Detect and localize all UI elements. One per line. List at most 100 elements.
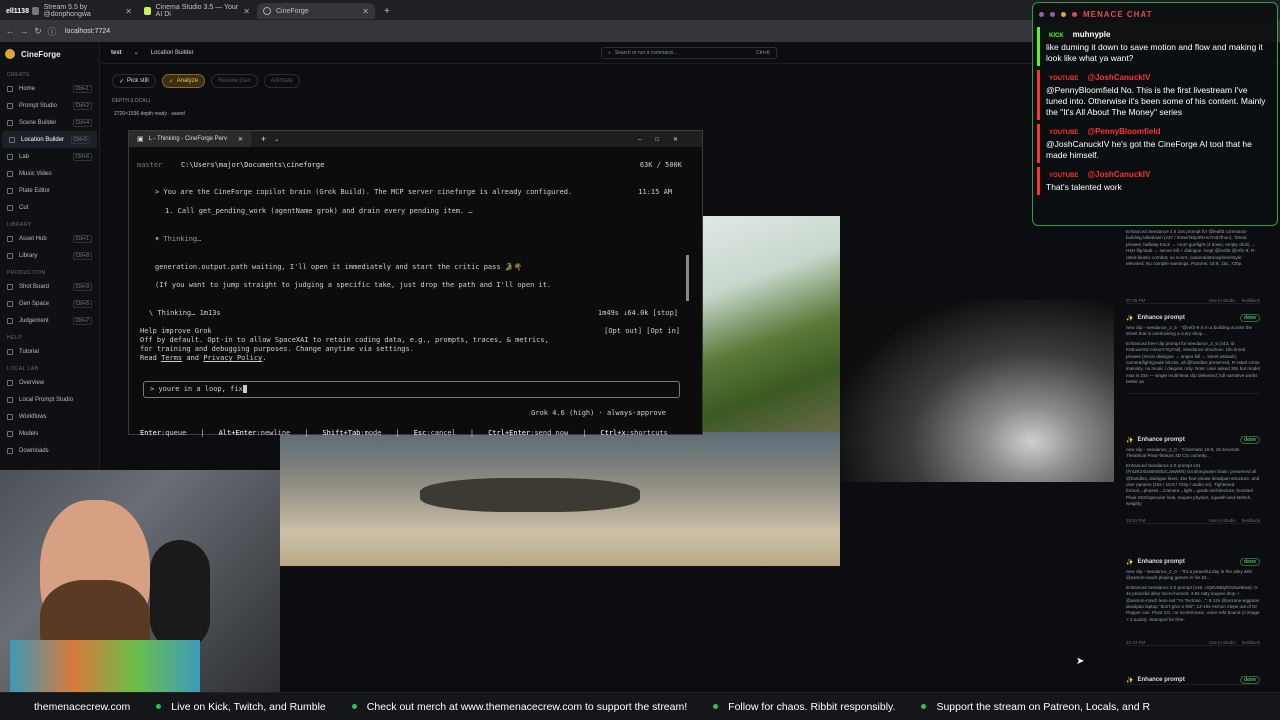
close-icon[interactable]: ✕ [238, 136, 243, 143]
sidebar-item[interactable]: Plate Editor [0, 182, 99, 199]
sidebar-item[interactable]: Overview [0, 374, 99, 391]
nav-icon [7, 187, 13, 194]
sidebar-item[interactable]: Shot Board Ctrl+9 [0, 278, 99, 295]
animate-button[interactable]: Animate [263, 74, 300, 88]
job-body-detail: Enhanced Seedance 2.0 prompt v21 (fYsZKz… [1126, 462, 1260, 507]
sidebar-item[interactable]: Scene Builder Ctrl+4 [0, 114, 99, 131]
reload-icon[interactable]: ↻ [31, 26, 45, 37]
browser-tab[interactable]: Cinema Studio 3.5 — Your AI Di ✕ [138, 3, 256, 19]
info-icon[interactable]: ⓘ [45, 25, 59, 38]
page-title: Location Builder [150, 49, 194, 56]
back-icon[interactable]: ← [3, 26, 17, 36]
sidebar-item[interactable]: Workflows [0, 408, 99, 425]
sidebar-item[interactable]: Location Builder Ctrl+5 [2, 131, 97, 148]
browser-tab-active[interactable]: CineForge ✕ [257, 3, 375, 19]
model-status: Grok 4.6 (high) · always-approve [531, 409, 666, 417]
search-kbd: Ctrl+K [755, 50, 770, 56]
close-icon[interactable]: ✕ [243, 7, 250, 16]
terms-link[interactable]: Terms [161, 354, 182, 362]
job-footer: 19:13 PM Use in Studio feedback [1126, 640, 1260, 645]
opt-in-button[interactable]: [Opt in] [646, 327, 680, 335]
forward-icon[interactable]: → [17, 26, 31, 36]
sidebar-item-label: Location Builder [21, 136, 65, 143]
shortcut-badge: Ctrl+5 [72, 299, 92, 308]
sidebar-item[interactable]: Gen Space Ctrl+5 [0, 295, 99, 312]
job-title-row: ✨ Enhance prompt done [1126, 676, 1260, 684]
chat-message-header: YOUTUBE @PennyBloomfield [1046, 126, 1267, 139]
command-search[interactable]: ⌕ Search or run a command... Ctrl+K [601, 47, 777, 59]
shortcut-badge: Ctrl+9 [72, 282, 92, 291]
shortcut-hint: Ctrl+x:shortcuts [600, 429, 667, 437]
dot-icon [921, 704, 927, 709]
cwd-path: C:\Users\major\Documents\cineforge [181, 161, 325, 169]
sidebar-item[interactable]: Asset Hub Ctrl+1 [0, 230, 99, 247]
prompt-value: > youre in a loop, fix [150, 385, 243, 393]
job-card[interactable]: ✨ Enhance prompt done new clip - seedance_2… [1126, 558, 1260, 646]
use-in-studio-link[interactable]: Use in Studio [1209, 518, 1236, 523]
feedback-link[interactable]: feedback [1242, 640, 1260, 645]
chat-text: like duming it down to save motion and f… [1046, 42, 1263, 63]
terminal-icon: ▣ [137, 136, 144, 143]
app-logo[interactable]: CineForge [0, 42, 99, 66]
dot-icon [713, 704, 719, 709]
chevron-down-icon[interactable]: ⌄ [134, 49, 139, 56]
prompt-input[interactable]: > youre in a loop, fix| [143, 381, 680, 398]
sidebar-item[interactable]: Tutorial [0, 343, 99, 360]
window-controls[interactable]: –□✕ [638, 136, 692, 143]
step-line: 1. Call get_pending_work (agentName grok… [165, 207, 473, 215]
close-icon[interactable]: ✕ [125, 7, 132, 16]
pick-still-button[interactable]: ✓ Pick still [112, 74, 156, 88]
job-time: 19:21 PM [1126, 517, 1146, 523]
opt-out-button[interactable]: [Opt out] [604, 327, 642, 335]
feedback-link[interactable]: feedback [1242, 518, 1260, 523]
scrollbar[interactable] [686, 255, 689, 301]
job-footer: 07:35 PM Use in Studio feedback [1126, 298, 1260, 303]
analyze-button[interactable]: ✓ Analyze [161, 74, 206, 88]
nav-icon [7, 102, 13, 109]
shortcut-badge: Ctrl+2 [72, 101, 92, 110]
sidebar-item-label: Workflows [19, 413, 47, 420]
sidebar-item[interactable]: Lab Ctrl+6 [0, 148, 99, 165]
sidebar-item[interactable]: Cut [0, 199, 99, 216]
new-tab-icon[interactable]: + [378, 3, 396, 19]
job-card[interactable]: ✨ Enhance prompt done new clip - seedance_2… [1126, 314, 1260, 394]
sparkle-icon: ✨ [1126, 315, 1134, 322]
sidebar-item[interactable]: Prompt Studio Ctrl+2 [0, 97, 99, 114]
privacy-link[interactable]: Privacy Policy [203, 354, 262, 362]
browser-tab[interactable]: Stream 5.5 by @donphongwa ✕ [26, 3, 138, 19]
url-field[interactable]: localhost:7724 [65, 28, 110, 35]
shortcut-desc: :newline [256, 429, 291, 437]
sidebar-item[interactable]: Local Prompt Studio [0, 391, 99, 408]
help-body: for training and debugging purposes. Cha… [140, 345, 414, 353]
feedback-link[interactable]: feedback [1242, 298, 1260, 303]
review-plan-button[interactable]: Review plan [211, 74, 258, 88]
terminal-tab[interactable]: ▣ L - Thinking - CineForge Perv ✕ [129, 131, 251, 147]
project-select[interactable]: test [111, 50, 122, 56]
sidebar-item-label: Scene Builder [19, 119, 57, 126]
sidebar-item[interactable]: Judgement Ctrl+7 [0, 312, 99, 329]
sidebar-item[interactable]: Downloads [0, 442, 99, 459]
terminal-tabbar: ▣ L - Thinking - CineForge Perv ✕ + ⌄ –□… [129, 131, 702, 147]
close-icon[interactable]: ✕ [362, 7, 369, 16]
job-card[interactable]: ✨ Enhance prompt done new clip - seedance_2… [1126, 436, 1260, 524]
use-in-studio-link[interactable]: Use in Studio [1209, 298, 1236, 303]
sidebar-item[interactable]: Music Video [0, 165, 99, 182]
sidebar-item[interactable]: Home Ctrl+1 [0, 80, 99, 97]
job-card[interactable]: Enhanced Seedance 2.5 15s prompt for @le… [1126, 226, 1260, 304]
stop-status[interactable]: 1m49s ↓64.0k [stop] [598, 309, 678, 317]
sparkle-icon: ✨ [1126, 437, 1134, 444]
sidebar-item-label: Cut [19, 204, 29, 211]
shortcut-key: Enter [140, 429, 162, 437]
new-tab-icon[interactable]: + [261, 134, 266, 144]
shortcut-desc: :send now [530, 429, 569, 437]
nav-icon [7, 170, 13, 177]
tab-label: Stream 5.5 by @donphongwa [43, 4, 91, 18]
sidebar-item[interactable]: Models [0, 425, 99, 442]
use-in-studio-link[interactable]: Use in Studio [1209, 640, 1236, 645]
separator: | [395, 429, 400, 437]
sidebar-item[interactable]: Library Ctrl+8 [0, 247, 99, 264]
job-title: Enhance prompt [1137, 437, 1185, 443]
chat-message-header: YOUTUBE @JoshCanuckIV [1046, 72, 1267, 85]
job-card[interactable]: ✨ Enhance prompt done [1126, 676, 1260, 685]
chevron-down-icon[interactable]: ⌄ [274, 136, 279, 143]
